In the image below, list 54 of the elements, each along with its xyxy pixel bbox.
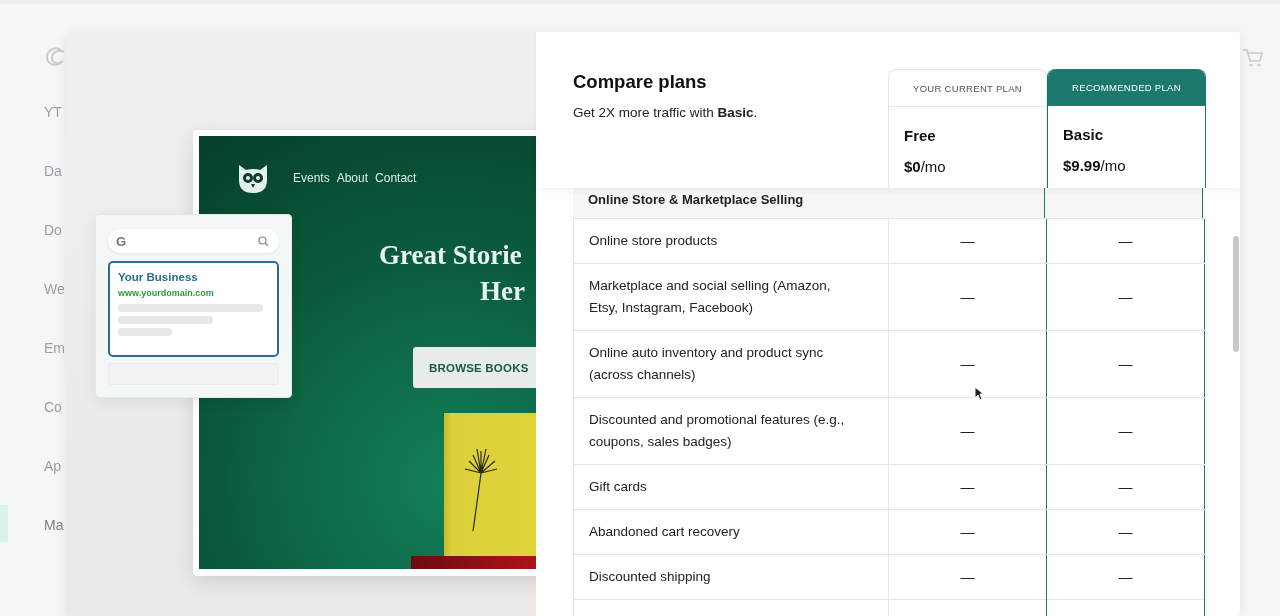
table-cell: — <box>1118 356 1133 372</box>
table-cell: — <box>1118 569 1133 585</box>
table-cell: — <box>960 233 975 249</box>
sidebar-item[interactable]: Co <box>44 398 62 415</box>
table-cell: — <box>960 524 975 540</box>
sidebar-item[interactable]: We <box>44 280 65 297</box>
cart-icon[interactable] <box>1242 48 1264 68</box>
feature-label: Discounted and promotional features (e.g., coupons, sales badges) <box>573 398 889 464</box>
search-field[interactable]: G <box>108 229 279 253</box>
plan-name: Basic <box>1063 126 1105 143</box>
table-cell: — <box>1118 524 1133 540</box>
plan-name: Free <box>904 127 937 144</box>
feature-label: Discounted shipping <box>573 555 889 599</box>
section-heading: Online Store & Marketplace Selling <box>587 191 805 209</box>
scrollbar-thumb[interactable] <box>1233 236 1239 352</box>
feature-label: Marketplace and social selling (Amazon, Etsy, Instagram, Facebook) <box>573 264 889 330</box>
sidebar-item[interactable]: Ap <box>44 457 62 474</box>
table-cell: — <box>960 423 975 439</box>
sidebar-item[interactable]: YT <box>44 103 62 120</box>
result-url: www.yourdomain.com <box>118 288 215 298</box>
table-cell: — <box>1118 289 1133 305</box>
sidebar-item[interactable]: Ma <box>44 516 64 533</box>
feature-label: Online auto inventory and product sync (across channels) <box>573 331 889 397</box>
sidebar-item[interactable]: Da <box>44 162 62 179</box>
search-icon[interactable] <box>258 235 269 247</box>
owl-logo-icon <box>237 164 269 194</box>
table-cell: — <box>960 289 975 305</box>
feature-label: Abandoned cart recovery <box>573 510 889 554</box>
feature-label: Gift cards <box>573 465 889 509</box>
dialog-subtitle: Get 2X more traffic with Basic. <box>573 105 759 120</box>
dialog-title: Compare plans <box>573 71 708 93</box>
nav-link[interactable]: About <box>336 171 369 185</box>
text-placeholder-bar <box>118 328 173 336</box>
sidebar-item[interactable]: Do <box>44 221 62 238</box>
result-title: Your Business <box>118 271 199 283</box>
nav-link[interactable]: Contact <box>375 171 417 185</box>
table-cell: — <box>960 356 975 372</box>
headline-text: Great Storie <box>379 240 522 271</box>
nav-link[interactable]: Events <box>293 171 330 185</box>
headline-text: Her <box>480 276 525 307</box>
table-cell: — <box>960 569 975 585</box>
table-cell: — <box>960 479 975 495</box>
search-logo-letter: G <box>116 233 127 249</box>
plan-badge: YOUR CURRENT PLAN <box>889 70 1046 107</box>
plan-badge: RECOMMENDED PLAN <box>1048 69 1205 106</box>
table-cell: — <box>1118 233 1133 249</box>
sidebar-item[interactable]: Em <box>44 339 65 356</box>
cursor-icon <box>974 386 984 401</box>
feature-label: Online store products <box>573 219 889 263</box>
browse-books-button[interactable]: BROWSE BOOKS <box>413 347 536 388</box>
table-cell: — <box>1118 423 1133 439</box>
table-cell: — <box>1118 479 1133 495</box>
plan-price: $0/mo <box>904 158 947 175</box>
plan-price: $9.99/mo <box>1063 157 1127 174</box>
